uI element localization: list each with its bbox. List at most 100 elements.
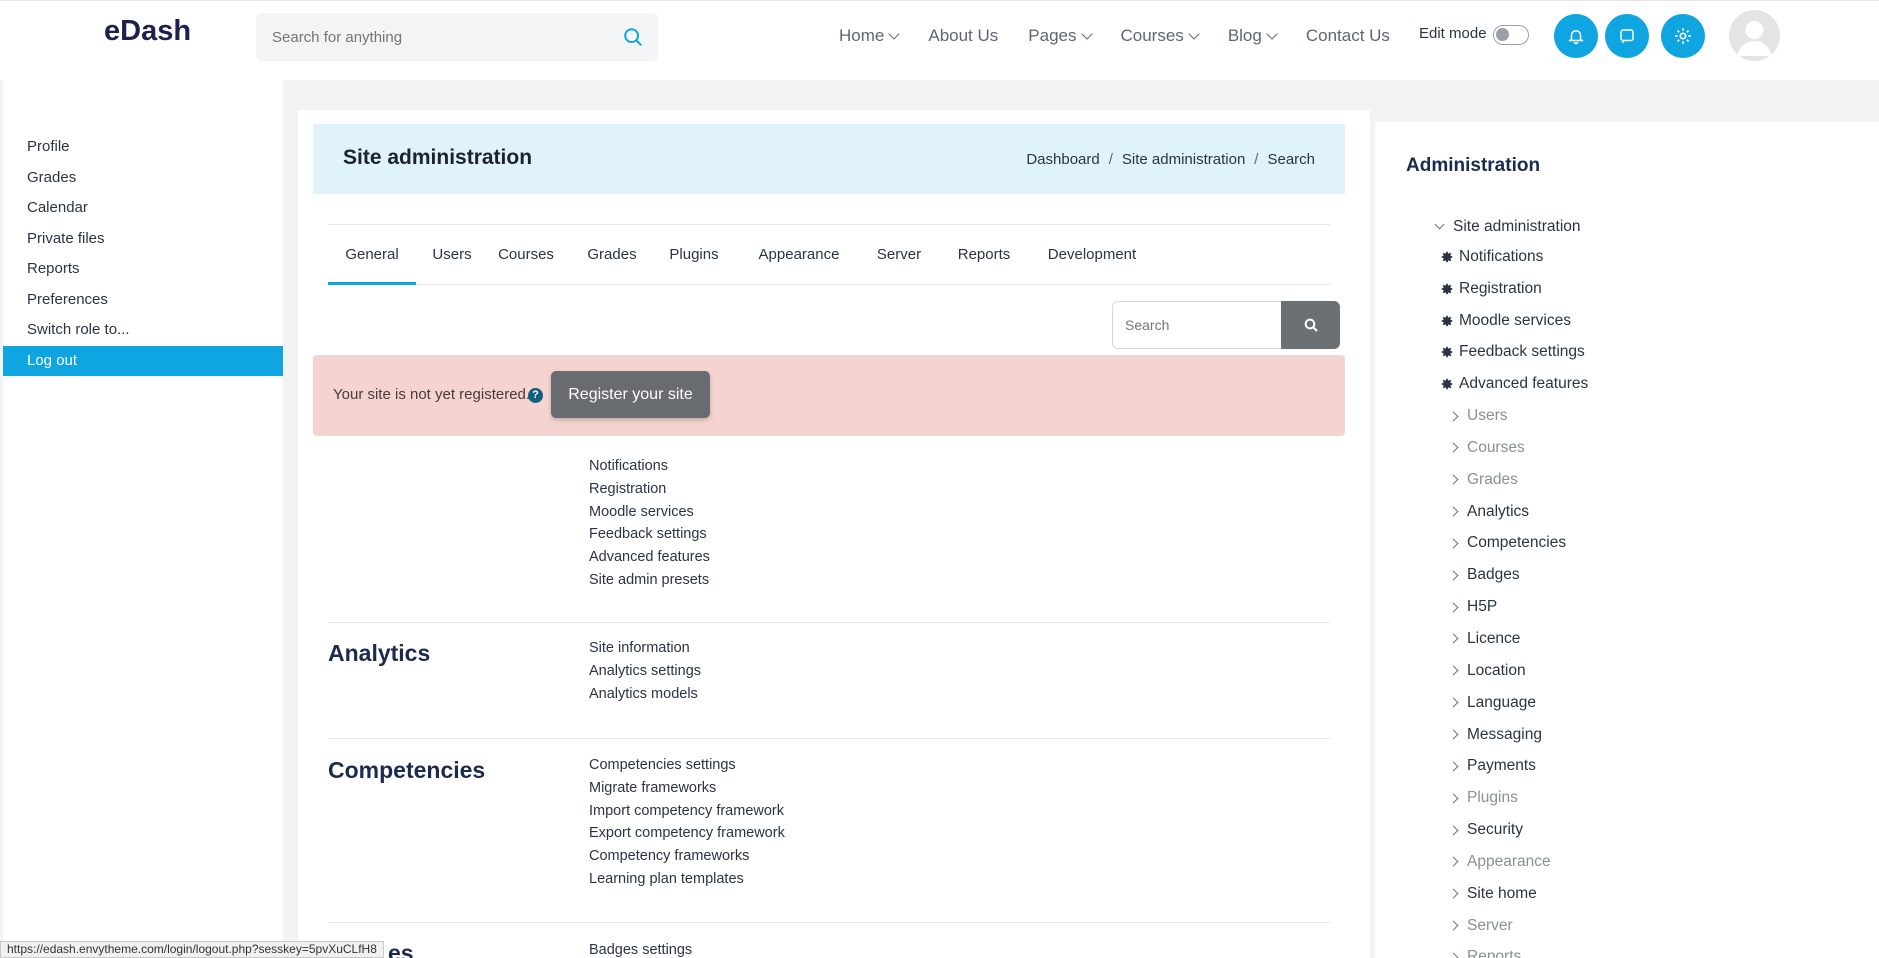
sidebar-item-calendar[interactable]: Calendar <box>3 193 283 223</box>
link-feedback-settings[interactable]: Feedback settings <box>589 523 710 546</box>
link-moodle-services[interactable]: Moodle services <box>589 501 710 524</box>
nav-courses-label: Courses <box>1120 26 1184 45</box>
tab-grades[interactable]: Grades <box>582 225 642 285</box>
sidebar-item-grades[interactable]: Grades <box>3 163 283 193</box>
tree-category-item[interactable]: Messaging <box>1448 724 1542 746</box>
tree-category-item[interactable]: Site home <box>1448 883 1537 905</box>
site-logo[interactable]: eDash <box>104 15 191 48</box>
tree-setting-item[interactable]: Registration <box>1440 278 1542 300</box>
admin-search-button[interactable] <box>1281 301 1340 349</box>
tree-setting-item[interactable]: Feedback settings <box>1440 341 1585 363</box>
sidebar-item-switch-role[interactable]: Switch role to... <box>3 315 283 345</box>
tree-category-item[interactable]: Location <box>1448 660 1526 682</box>
messages-button[interactable] <box>1605 14 1649 58</box>
message-icon <box>1620 29 1634 44</box>
tree-category-item[interactable]: Reports <box>1448 946 1522 958</box>
link-registration[interactable]: Registration <box>589 478 710 501</box>
tree-site-administration[interactable]: Site administration <box>1434 216 1581 238</box>
tab-plugins[interactable]: Plugins <box>666 225 722 285</box>
tree-category-item[interactable]: Courses <box>1448 437 1525 459</box>
link-export-competency-framework[interactable]: Export competency framework <box>589 822 785 845</box>
settings-button[interactable] <box>1661 14 1705 58</box>
tree-category-item[interactable]: Analytics <box>1448 501 1529 523</box>
breadcrumb-search[interactable]: Search <box>1267 151 1315 168</box>
breadcrumb-site-admin[interactable]: Site administration <box>1122 151 1245 168</box>
admin-search-input[interactable] <box>1112 301 1282 349</box>
tab-server[interactable]: Server <box>874 225 924 285</box>
gear-icon <box>1441 347 1453 358</box>
tree-setting-item[interactable]: Notifications <box>1440 246 1543 268</box>
tree-setting-item[interactable]: Advanced features <box>1440 373 1588 395</box>
link-analytics-models[interactable]: Analytics models <box>589 683 701 706</box>
link-badges-settings[interactable]: Badges settings <box>589 939 692 958</box>
help-icon[interactable]: ? <box>528 388 543 403</box>
link-competencies-settings[interactable]: Competencies settings <box>589 754 785 777</box>
link-site-information[interactable]: Site information <box>589 637 701 660</box>
global-search-input[interactable] <box>256 13 616 61</box>
chevron-right-icon <box>1448 442 1459 453</box>
link-migrate-frameworks[interactable]: Migrate frameworks <box>589 777 785 800</box>
nav-blog[interactable]: Blog <box>1228 26 1278 46</box>
search-icon[interactable] <box>622 26 644 48</box>
notifications-button[interactable] <box>1554 14 1598 58</box>
sidebar-item-reports[interactable]: Reports <box>3 254 283 284</box>
tree-label: Security <box>1467 821 1523 839</box>
tree-category-item[interactable]: Plugins <box>1448 787 1518 809</box>
tree-category-item[interactable]: Badges <box>1448 564 1520 586</box>
tab-general[interactable]: General <box>328 225 416 285</box>
nav-contact-us[interactable]: Contact Us <box>1306 26 1390 46</box>
link-analytics-settings[interactable]: Analytics settings <box>589 660 701 683</box>
link-notifications[interactable]: Notifications <box>589 455 710 478</box>
nav-about-us[interactable]: About Us <box>928 26 998 46</box>
nav-home[interactable]: Home <box>839 26 901 46</box>
global-search[interactable] <box>256 13 658 61</box>
link-advanced-features[interactable]: Advanced features <box>589 546 710 569</box>
chevron-right-icon <box>1448 856 1459 867</box>
tab-users[interactable]: Users <box>428 225 476 285</box>
breadcrumb-dashboard[interactable]: Dashboard <box>1026 151 1099 168</box>
tree-category-item[interactable]: Competencies <box>1448 532 1566 554</box>
tab-reports[interactable]: Reports <box>954 225 1014 285</box>
tree-category-item[interactable]: Security <box>1448 819 1523 841</box>
tree-label: Notifications <box>1459 248 1544 265</box>
register-site-button[interactable]: Register your site <box>551 371 710 418</box>
tree-label: H5P <box>1467 598 1498 616</box>
edit-mode-toggle[interactable] <box>1493 25 1529 45</box>
tree-category-item[interactable]: Language <box>1448 692 1536 714</box>
section-title-analytics: Analytics <box>328 640 431 666</box>
tree-label: Location <box>1467 661 1526 679</box>
sidebar-item-profile[interactable]: Profile <box>3 132 283 162</box>
tree-category-item[interactable]: Licence <box>1448 628 1520 650</box>
sidebar-item-preferences[interactable]: Preferences <box>3 285 283 315</box>
tree-category-item[interactable]: Grades <box>1448 469 1518 491</box>
tree-label: Site home <box>1467 884 1537 902</box>
tree-setting-item[interactable]: Moodle services <box>1440 310 1571 332</box>
sidebar-item-private-files[interactable]: Private files <box>3 224 283 254</box>
tab-appearance[interactable]: Appearance <box>754 225 844 285</box>
link-learning-plan-templates[interactable]: Learning plan templates <box>589 868 785 891</box>
alert-message: Your site is not yet registered. <box>333 386 531 403</box>
user-avatar[interactable] <box>1729 10 1780 61</box>
tree-category-item[interactable]: Users <box>1448 405 1507 427</box>
tree-category-item[interactable]: H5P <box>1448 596 1498 618</box>
status-url-bar: https://edash.envytheme.com/login/logout… <box>0 941 384 958</box>
administration-block: Administration Site administration Notif… <box>1375 122 1879 958</box>
tab-development[interactable]: Development <box>1042 225 1142 285</box>
tree-label: Language <box>1467 693 1536 711</box>
tree-label: Plugins <box>1467 789 1518 807</box>
user-icon <box>1737 21 1772 56</box>
chevron-down-icon <box>1266 28 1278 40</box>
tree-category-item[interactable]: Payments <box>1448 755 1536 777</box>
tree-category-item[interactable]: Appearance <box>1448 851 1551 873</box>
tree-label: Reports <box>1467 948 1522 958</box>
link-import-competency-framework[interactable]: Import competency framework <box>589 800 785 823</box>
tree-category-item[interactable]: Server <box>1448 915 1513 937</box>
tab-courses[interactable]: Courses <box>494 225 558 285</box>
link-site-admin-presets[interactable]: Site admin presets <box>589 569 710 592</box>
nav-courses[interactable]: Courses <box>1120 26 1200 46</box>
link-competency-frameworks[interactable]: Competency frameworks <box>589 845 785 868</box>
chevron-right-icon <box>1448 665 1459 676</box>
sidebar-item-logout[interactable]: Log out <box>3 346 283 376</box>
nav-pages[interactable]: Pages <box>1028 26 1093 46</box>
page-header: Site administration Dashboard / Site admin… <box>313 124 1345 194</box>
